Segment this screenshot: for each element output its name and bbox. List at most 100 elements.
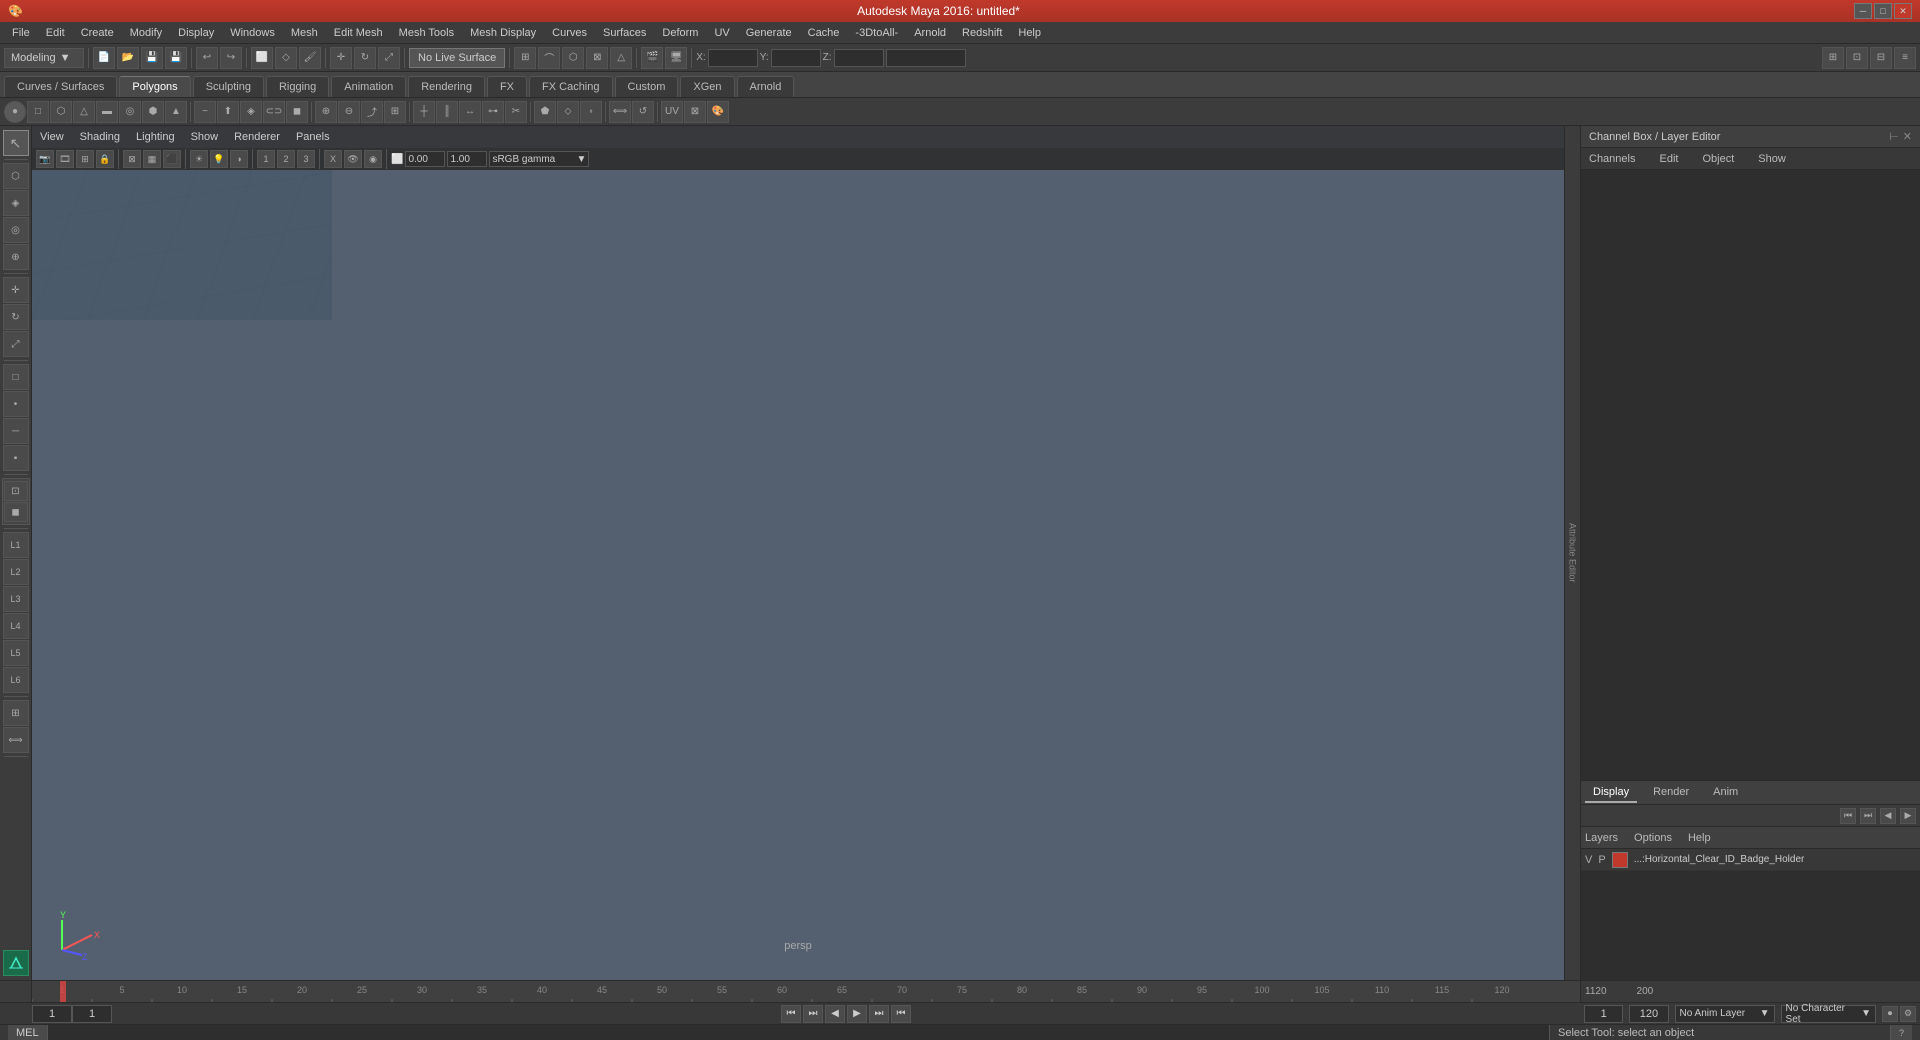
- layer-btn6[interactable]: L6: [3, 667, 29, 693]
- poly-slide-edge-icon[interactable]: ↔: [459, 101, 481, 123]
- menu-uv[interactable]: UV: [706, 22, 737, 43]
- vp-display3-icon[interactable]: ⬛: [163, 150, 181, 168]
- transform-field[interactable]: [886, 49, 966, 67]
- face-btn[interactable]: ▪: [3, 445, 29, 471]
- vp-menu-renderer[interactable]: Renderer: [230, 131, 284, 143]
- poly-color-icon[interactable]: 🎨: [707, 101, 729, 123]
- menu-file[interactable]: File: [4, 22, 38, 43]
- rb-tab-display[interactable]: Display: [1585, 783, 1637, 803]
- menu-mesh[interactable]: Mesh: [283, 22, 326, 43]
- right-icon2[interactable]: ⊡: [1846, 47, 1868, 69]
- layer-add2-btn[interactable]: ⏭: [1860, 808, 1876, 824]
- z-field[interactable]: [834, 49, 884, 67]
- poly-connect-icon[interactable]: ⊶: [482, 101, 504, 123]
- y-field[interactable]: [771, 49, 821, 67]
- frame-end-field1[interactable]: 1: [1584, 1005, 1623, 1023]
- rotate-tool-btn[interactable]: ↻: [3, 304, 29, 330]
- menu-surfaces[interactable]: Surfaces: [595, 22, 654, 43]
- poly-bevel-icon[interactable]: ◈: [240, 101, 262, 123]
- right-icon1[interactable]: ⊞: [1822, 47, 1844, 69]
- layer-btn4[interactable]: L4: [3, 613, 29, 639]
- menu-display[interactable]: Display: [170, 22, 222, 43]
- vp-menu-view[interactable]: View: [36, 131, 68, 143]
- poly-sphere-icon[interactable]: ●: [4, 101, 26, 123]
- poly-combine-icon[interactable]: ⊕: [315, 101, 337, 123]
- poly-extrude-icon[interactable]: ⬆: [217, 101, 239, 123]
- snap-surface-icon[interactable]: △: [610, 47, 632, 69]
- vp-menu-shading[interactable]: Shading: [76, 131, 124, 143]
- poly-bridge-icon[interactable]: ⊂⊃: [263, 101, 285, 123]
- layer-btn5[interactable]: L5: [3, 640, 29, 666]
- layer-item[interactable]: V P ...:Horizontal_Clear_ID_Badge_Holder: [1581, 849, 1920, 871]
- move-tool-btn[interactable]: ✛: [3, 277, 29, 303]
- poly-cone-icon[interactable]: △: [73, 101, 95, 123]
- poly-bool-icon[interactable]: ⊞: [384, 101, 406, 123]
- poly-cylinder-icon[interactable]: ⬡: [50, 101, 72, 123]
- vp-value2-field[interactable]: 1.00: [447, 151, 487, 167]
- pb-play-back-btn[interactable]: ◀: [825, 1005, 845, 1023]
- tab-curves-surfaces[interactable]: Curves / Surfaces: [4, 76, 117, 97]
- layer-btn3[interactable]: L3: [3, 586, 29, 612]
- tab-sculpting[interactable]: Sculpting: [193, 76, 264, 97]
- cb-header-btn2[interactable]: ✕: [1903, 130, 1912, 143]
- vp-menu-show[interactable]: Show: [187, 131, 223, 143]
- pb-go-start-btn[interactable]: ⏮: [781, 1005, 801, 1023]
- poly-uv-icon[interactable]: UV: [661, 101, 683, 123]
- no-live-surface-btn[interactable]: No Live Surface: [409, 48, 505, 68]
- sculpt-tool-btn[interactable]: ◈: [3, 190, 29, 216]
- shaded-btn[interactable]: ◼: [4, 502, 28, 522]
- poly-flip-icon[interactable]: ⟺: [609, 101, 631, 123]
- frame-start-field[interactable]: 1: [32, 1005, 72, 1023]
- tab-animation[interactable]: Animation: [331, 76, 406, 97]
- poly-uv2-icon[interactable]: ⊠: [684, 101, 706, 123]
- auto-key-btn[interactable]: ⏺: [1882, 1006, 1898, 1022]
- save-file-icon[interactable]: 💾: [141, 47, 163, 69]
- paint-tool-btn[interactable]: ⬡: [3, 163, 29, 189]
- cb-tab-show[interactable]: Show: [1754, 151, 1790, 167]
- poly-collapse-icon[interactable]: ⬦: [557, 101, 579, 123]
- rbs-tab-options[interactable]: Options: [1634, 832, 1672, 844]
- lasso-icon[interactable]: ◇: [275, 47, 297, 69]
- menu-help[interactable]: Help: [1010, 22, 1049, 43]
- tab-fx[interactable]: FX: [487, 76, 527, 97]
- vp-shadow-icon[interactable]: ◑: [230, 150, 248, 168]
- vp-xray-icon[interactable]: X: [324, 150, 342, 168]
- rb-tab-render[interactable]: Render: [1645, 783, 1697, 803]
- script-type-label[interactable]: MEL: [8, 1025, 48, 1040]
- poly-pyramid-icon[interactable]: ▲: [165, 101, 187, 123]
- vp-film-icon[interactable]: 🎞: [56, 150, 74, 168]
- pb-step-fwd-btn[interactable]: ⏭: [869, 1005, 889, 1023]
- poly-extract-icon[interactable]: ⤴: [361, 101, 383, 123]
- prefs-btn[interactable]: ⚙: [1900, 1006, 1916, 1022]
- save-as-icon[interactable]: 💾: [165, 47, 187, 69]
- open-file-icon[interactable]: 📂: [117, 47, 139, 69]
- right-icon4[interactable]: ≡: [1894, 47, 1916, 69]
- minimize-button[interactable]: ─: [1854, 3, 1872, 19]
- paint-select-icon[interactable]: 🖌: [299, 47, 321, 69]
- cb-tab-object[interactable]: Object: [1698, 151, 1738, 167]
- vertex-btn[interactable]: •: [3, 391, 29, 417]
- layer-del-btn[interactable]: ▶: [1900, 808, 1916, 824]
- scale-icon[interactable]: ⤢: [378, 47, 400, 69]
- vp-res-low-icon[interactable]: 1: [257, 150, 275, 168]
- menu-deform[interactable]: Deform: [654, 22, 706, 43]
- menu-arnold[interactable]: Arnold: [906, 22, 954, 43]
- select-icon[interactable]: ⬜: [251, 47, 273, 69]
- rbs-tab-help[interactable]: Help: [1688, 832, 1711, 844]
- wireframe-btn[interactable]: ⊡: [4, 481, 28, 501]
- move-icon[interactable]: ✛: [330, 47, 352, 69]
- vp-light1-icon[interactable]: ☀: [190, 150, 208, 168]
- pb-step-back-btn[interactable]: ⏭: [803, 1005, 823, 1023]
- menu-windows[interactable]: Windows: [222, 22, 283, 43]
- tab-polygons[interactable]: Polygons: [119, 76, 190, 97]
- vp-menu-lighting[interactable]: Lighting: [132, 131, 179, 143]
- cb-tab-edit[interactable]: Edit: [1655, 151, 1682, 167]
- attribute-editor-tab[interactable]: Attribute Editor: [1564, 126, 1580, 980]
- poly-torus-icon[interactable]: ◎: [119, 101, 141, 123]
- menu-cache[interactable]: Cache: [800, 22, 848, 43]
- render-icon[interactable]: 🎬: [641, 47, 663, 69]
- layer-btn2[interactable]: L2: [3, 559, 29, 585]
- scale-tool-btn[interactable]: ⤢: [3, 331, 29, 357]
- snap-view-icon[interactable]: ⊠: [586, 47, 608, 69]
- rotate-icon[interactable]: ↻: [354, 47, 376, 69]
